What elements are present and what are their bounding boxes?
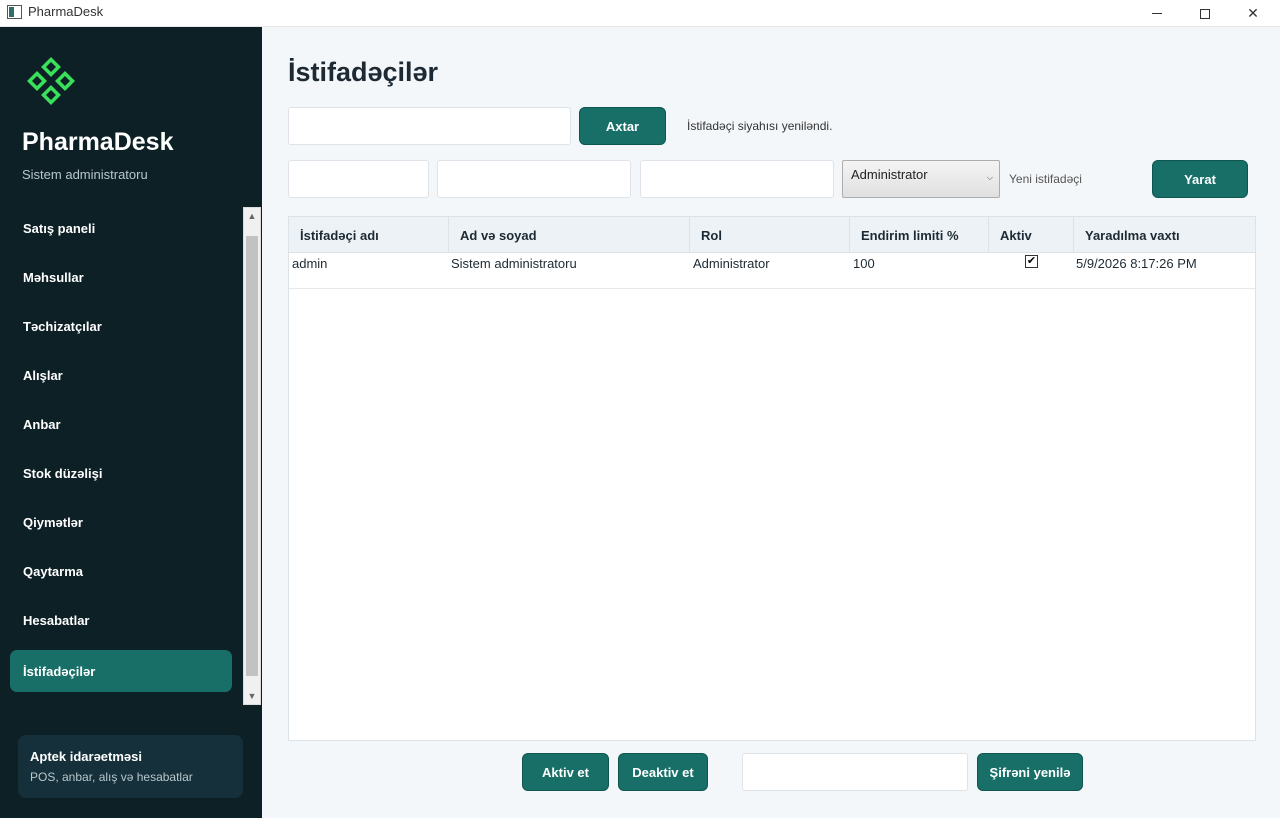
scroll-up-arrow-icon[interactable]: ▲ (244, 208, 260, 224)
maximize-icon (1200, 8, 1210, 19)
brand-name: PharmaDesk (22, 128, 174, 156)
role-select[interactable]: Administrator ⌵ (842, 160, 1000, 198)
page-title: İstifadəçilər (288, 57, 439, 87)
sidebar-item-purchases[interactable]: Alışlar (10, 354, 232, 396)
column-header-username[interactable]: İstifadəçi adı (289, 217, 449, 253)
info-card-subtitle: POS, anbar, alış və hesabatlar (30, 770, 193, 784)
users-table: İstifadəçi adı Ad və soyad Rol Endirim l… (288, 216, 1256, 741)
scrollbar-thumb[interactable] (246, 236, 258, 676)
role-select-value: Administrator (851, 167, 928, 182)
table-row[interactable]: admin Sistem administratoru Administrato… (289, 253, 1255, 289)
sidebar-item-sales[interactable]: Satış paneli (10, 207, 232, 249)
column-header-created[interactable]: Yaradılma vaxtı (1074, 217, 1255, 253)
minimize-icon (1152, 13, 1162, 14)
search-button[interactable]: Axtar (579, 107, 666, 145)
maximize-button[interactable] (1182, 0, 1228, 27)
sidebar-item-users[interactable]: İstifadəçilər (10, 650, 232, 692)
app-window-icon (7, 5, 22, 19)
new-password-field[interactable] (742, 753, 968, 791)
new-user-hint: Yeni istifadəçi (1009, 172, 1082, 186)
chevron-down-icon: ⌵ (986, 173, 993, 182)
search-input[interactable] (288, 107, 571, 145)
sidebar-item-stock-adjustment[interactable]: Stok düzəlişi (10, 452, 232, 494)
info-card: Aptek idarəetməsi POS, anbar, alış və he… (18, 735, 243, 798)
cell-created: 5/9/2026 8:17:26 PM (1076, 256, 1197, 271)
column-header-active[interactable]: Aktiv (989, 217, 1074, 253)
cell-discount: 100 (853, 256, 875, 271)
sidebar-item-prices[interactable]: Qiymətlər (10, 501, 232, 543)
status-message: İstifadəçi siyahısı yeniləndi. (687, 119, 833, 133)
sidebar-item-returns[interactable]: Qaytarma (10, 550, 232, 592)
active-checkbox[interactable]: ✔ (1025, 255, 1038, 268)
sidebar: PharmaDesk Sistem administratoru Satış p… (0, 27, 262, 818)
close-icon: ✕ (1247, 5, 1259, 21)
sidebar-item-products[interactable]: Məhsullar (10, 256, 232, 298)
sidebar-item-suppliers[interactable]: Təchizatçılar (10, 305, 232, 347)
table-header: İstifadəçi adı Ad və soyad Rol Endirim l… (289, 217, 1255, 253)
sidebar-nav: Satış paneli Məhsullar Təchizatçılar Alı… (0, 207, 242, 705)
pharma-diamond-logo-icon (24, 54, 78, 108)
column-header-fullname[interactable]: Ad və soyad (449, 217, 690, 253)
fullname-field[interactable] (437, 160, 631, 198)
password-field[interactable] (640, 160, 834, 198)
deactivate-button[interactable]: Deaktiv et (618, 753, 708, 791)
info-card-title: Aptek idarəetməsi (30, 749, 142, 764)
cell-role: Administrator (693, 256, 770, 271)
column-header-discount[interactable]: Endirim limiti % (850, 217, 989, 253)
activate-button[interactable]: Aktiv et (522, 753, 609, 791)
sidebar-scrollbar[interactable]: ▲ ▼ (243, 207, 261, 705)
cell-fullname: Sistem administratoru (451, 256, 577, 271)
sidebar-item-reports[interactable]: Hesabatlar (10, 599, 232, 641)
window-title: PharmaDesk (28, 4, 104, 19)
checkmark-icon: ✔ (1026, 255, 1037, 267)
main-content: İstifadəçilər Axtar İstifadəçi siyahısı … (262, 27, 1280, 818)
title-bar: PharmaDesk ✕ (0, 0, 1280, 27)
reset-password-button[interactable]: Şifrəni yenilə (977, 753, 1083, 791)
cell-username: admin (292, 256, 328, 271)
username-field[interactable] (288, 160, 429, 198)
minimize-button[interactable] (1134, 0, 1180, 27)
create-button[interactable]: Yarat (1152, 160, 1248, 198)
close-button[interactable]: ✕ (1230, 0, 1276, 27)
column-header-role[interactable]: Rol (690, 217, 850, 253)
sidebar-item-warehouse[interactable]: Anbar (10, 403, 232, 445)
brand-subtitle: Sistem administratoru (22, 167, 148, 182)
scroll-down-arrow-icon[interactable]: ▼ (244, 688, 260, 704)
